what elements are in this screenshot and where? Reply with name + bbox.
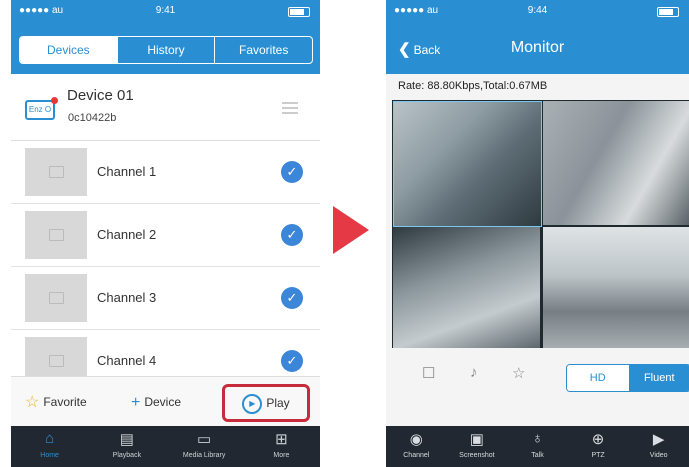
header: Devices History Favorites [11,22,320,74]
device-id: 0c10422b [68,112,117,124]
grid-icon: ⊞ [275,431,288,448]
tool-ptz[interactable]: ⊕ PTZ [568,426,629,467]
image-placeholder-icon [25,148,87,196]
control-row: ☐ ♪ ☆ HD Fluent [386,350,689,400]
tab-label: Media Library [182,452,226,459]
checkmark-icon[interactable]: ✓ [281,287,303,309]
tool-screenshot[interactable]: ▣ Screenshot [447,426,508,467]
action-bar: ☆ Favorite + Device ▶ Play [11,376,320,427]
status-bar: ●●●●● au 9:41 [11,0,320,22]
play-icon: ▶ [242,393,263,414]
tool-channel[interactable]: ◉ Channel [386,426,447,467]
play-button[interactable]: ▶ Play [222,384,310,422]
channel-row-2[interactable]: Channel 2 ✓ [11,204,320,267]
tab-playback[interactable]: ▤ Playback [88,426,165,467]
device-name: Device 01 [67,87,134,104]
tab-media-library[interactable]: ▭ Media Library [166,426,243,467]
channel-label: Channel 2 [97,227,157,242]
tab-devices[interactable]: Devices [20,37,117,63]
device-label: Device [144,395,182,409]
tab-label: Playback [112,452,142,459]
status-dot [51,97,58,104]
camera-icon: ▣ [469,431,484,448]
battery-icon [288,7,310,17]
tab-more[interactable]: ⊞ More [243,426,320,467]
tab-label: Talk [531,452,544,459]
hd-button[interactable]: HD [567,365,629,391]
device-row[interactable]: Enz O Device 01 0c10422b [11,74,320,141]
image-placeholder-icon [25,274,87,322]
ptz-icon: ⊕ [591,431,605,448]
rate-readout: Rate: 88.80Kbps,Total:0.67MB [398,80,548,92]
channel-row-1[interactable]: Channel 1 ✓ [11,141,320,204]
camera-feed-2[interactable] [543,101,689,225]
microphone-icon: ♁ [531,430,544,447]
quality-toggle: HD Fluent [566,364,689,392]
channel-label: Channel 3 [97,290,157,305]
device-icon: Enz O [25,97,58,120]
tab-favorites[interactable]: Favorites [214,37,312,63]
camera-feed-3[interactable] [393,227,540,348]
clock: 9:41 [155,5,176,16]
bottom-tool-bar: ◉ Channel ▣ Screenshot ♁ Talk ⊕ PTZ ▶ Video [386,426,689,467]
checkbox-icon[interactable]: ☐ [422,364,435,382]
add-device-button[interactable]: + Device [131,377,181,427]
mute-icon[interactable]: ♪ [470,364,478,381]
channel-label: Channel 4 [97,353,157,368]
tab-home[interactable]: ⌂ Home [11,426,88,467]
monitor-screen: ●●●●● au 9:44 ❮ Back Monitor Rate: 88.80K… [386,0,689,467]
camera-feed-1[interactable] [393,101,542,227]
clock: 9:44 [527,5,548,16]
tab-label: Video [649,452,668,459]
tab-label: Screenshot [459,452,495,459]
bottom-tab-bar: ⌂ Home ▤ Playback ▭ Media Library ⊞ More [11,426,320,467]
channel-label: Channel 1 [97,164,157,179]
camera-feed-4[interactable] [543,227,689,348]
favorite-button[interactable]: ☆ Favorite [25,377,87,427]
play-label: Play [266,396,290,410]
home-icon: ⌂ [45,430,55,447]
status-bar: ●●●●● au 9:44 [386,0,689,22]
tool-video[interactable]: ▶ Video [628,426,689,467]
favorite-label: Favorite [43,395,87,409]
image-placeholder-icon [25,211,87,259]
menu-icon[interactable] [282,102,298,114]
channel-icon: ◉ [409,431,423,448]
film-icon: ▤ [119,431,134,448]
devices-screen: ●●●●● au 9:41 Devices History Favorites … [11,0,320,467]
page-title: Monitor [510,39,565,56]
camera-grid [392,100,689,348]
folder-icon: ▭ [197,431,212,448]
plus-icon: + [131,393,141,411]
tab-label: Home [40,452,59,459]
checkmark-icon[interactable]: ✓ [281,161,303,183]
battery-icon [657,7,679,17]
tab-label: PTZ [591,452,605,459]
checkmark-icon[interactable]: ✓ [281,350,303,372]
arrow-right-icon [333,206,369,254]
checkmark-icon[interactable]: ✓ [281,224,303,246]
channel-row-3[interactable]: Channel 3 ✓ [11,267,320,330]
tab-label: More [273,452,290,459]
tab-history[interactable]: History [116,37,215,63]
video-icon: ▶ [652,431,665,448]
star-icon: ☆ [25,393,40,411]
device-icon-label: Enz O [28,105,52,114]
tool-talk[interactable]: ♁ Talk [507,426,568,467]
fluent-button[interactable]: Fluent [628,365,689,391]
tab-label: Channel [403,452,430,459]
segment-control: Devices History Favorites [19,36,313,64]
star-icon[interactable]: ☆ [512,364,525,382]
nav-bar: ❮ Back Monitor [386,22,689,74]
